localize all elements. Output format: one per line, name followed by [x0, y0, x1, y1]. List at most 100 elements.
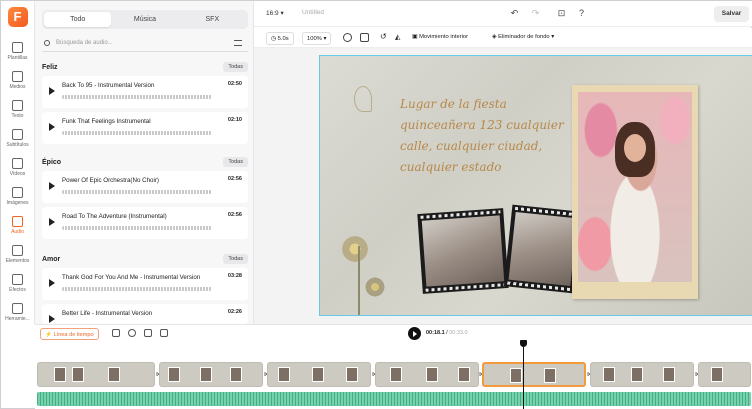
track-name: Power Of Epic Orchestra(No Choir): [62, 177, 159, 184]
track-item[interactable]: Funk That Feelings Instrumental 02:10: [42, 112, 248, 144]
scene-clip[interactable]: [698, 362, 751, 387]
preview-stage: Lugar de la fiesta quinceañera 123 cualq…: [254, 48, 752, 324]
add-clip-icon[interactable]: [112, 329, 120, 337]
subtitles-icon: [12, 129, 23, 140]
tab-all[interactable]: Todo: [44, 12, 112, 27]
play-icon[interactable]: [49, 279, 55, 287]
duplicate-icon[interactable]: [144, 329, 152, 337]
rail-item-videos[interactable]: Vídeos: [1, 155, 34, 184]
redo-icon[interactable]: ↷: [531, 9, 540, 18]
split-icon[interactable]: [128, 329, 136, 337]
search-icon: [44, 40, 50, 46]
track-duration: 02:50: [227, 81, 242, 87]
flower-decoration: [364, 276, 386, 298]
zoom-value: 100%: [307, 36, 322, 42]
aspect-ratio-select[interactable]: 16:9 ▾: [266, 9, 284, 17]
app-logo: F: [7, 7, 28, 27]
zoom-select[interactable]: 100% ▾: [302, 32, 332, 45]
rail-item-effects[interactable]: Efectos: [1, 271, 34, 300]
section-title: Feliz: [42, 64, 58, 71]
rail-label: Audio: [11, 229, 24, 235]
editor-window: F Plantillas Medios Texto Subtítulos Víd…: [0, 0, 752, 409]
track-duration: 02:26: [227, 309, 242, 315]
rail-label: Medios: [9, 84, 26, 90]
video-icon: [12, 158, 23, 169]
project-title[interactable]: Untitled: [302, 9, 324, 16]
play-icon[interactable]: [49, 218, 55, 226]
see-all-button[interactable]: Todas: [223, 157, 248, 167]
save-button[interactable]: Salvar: [714, 6, 749, 22]
rail-item-audio[interactable]: Audio: [1, 213, 34, 242]
rail-item-text[interactable]: Texto: [1, 97, 34, 126]
waveform: [62, 287, 212, 291]
invitation-text[interactable]: Lugar de la fiesta quinceañera 123 cualq…: [400, 94, 585, 178]
templates-icon: [12, 42, 23, 53]
tab-music[interactable]: Música: [111, 12, 178, 27]
audio-search-input[interactable]: Búsqueda de audio...: [42, 35, 248, 52]
track-item[interactable]: Power Of Epic Orchestra(No Choir) 02:56: [42, 171, 248, 203]
duration-field[interactable]: ◷ 5.0s: [266, 32, 294, 45]
rail-label: Efectos: [9, 287, 26, 293]
video-canvas[interactable]: Lugar de la fiesta quinceañera 123 cualq…: [319, 55, 752, 316]
rail-label: Texto: [11, 113, 24, 119]
help-icon[interactable]: ?: [577, 9, 586, 18]
portrait-frame[interactable]: [572, 85, 698, 299]
track-item[interactable]: Better Life - Instrumental Version 02:26: [42, 304, 248, 324]
undo-icon[interactable]: ↶: [510, 9, 519, 18]
play-button[interactable]: [408, 327, 421, 340]
rail-item-images[interactable]: Imágenes: [1, 184, 34, 213]
rail-item-tools[interactable]: Herramie...: [1, 300, 34, 329]
scene-clip[interactable]: [375, 362, 479, 387]
screenshot-icon[interactable]: ⊡: [557, 9, 566, 18]
section-title: Épico: [42, 159, 62, 166]
rail-item-templates[interactable]: Plantillas: [1, 39, 34, 68]
motion-button[interactable]: ▣ Movimiento interior: [412, 34, 468, 40]
play-icon[interactable]: [49, 182, 55, 190]
play-icon[interactable]: [49, 315, 55, 323]
canvas-toolbar: ◷ 5.0s 100% ▾ ↺ ◭ ▣ Movimiento interior …: [254, 28, 752, 48]
top-bar: 16:9 ▾ Untitled ↶ ↷ ⊡ ? Salvar: [254, 1, 752, 27]
text-icon: [12, 100, 23, 111]
color-icon[interactable]: [343, 33, 352, 42]
scene-clip[interactable]: [590, 362, 694, 387]
portrait-photo: [578, 92, 692, 282]
filter-icon[interactable]: [234, 40, 242, 46]
rail-item-media[interactable]: Medios: [1, 68, 34, 97]
rail-label: Subtítulos: [6, 142, 29, 148]
media-icon: [12, 71, 23, 82]
scene-clip-selected[interactable]: [482, 362, 586, 387]
background-remover-button[interactable]: ◈ Eliminador de fondo ▾: [492, 34, 554, 40]
rail-label: Plantillas: [7, 55, 28, 61]
flip-icon[interactable]: ◭: [395, 33, 400, 41]
play-icon[interactable]: [49, 123, 55, 131]
see-all-button[interactable]: Todas: [223, 62, 248, 72]
audio-library-panel: Todo Música SFX Búsqueda de audio... Fel…: [35, 1, 254, 324]
track-item[interactable]: Thank God For You And Me - Instrumental …: [42, 268, 248, 300]
play-icon[interactable]: [49, 87, 55, 95]
track-item[interactable]: Back To 95 - Instrumental Version 02:50: [42, 76, 248, 108]
scene-clip[interactable]: [159, 362, 263, 387]
audio-icon: [12, 216, 23, 227]
audio-track[interactable]: [37, 392, 751, 406]
tab-sfx[interactable]: SFX: [179, 12, 246, 27]
film-strip-photo[interactable]: [503, 204, 583, 294]
track-item[interactable]: Road To The Adventure (Instrumental) 02:…: [42, 207, 248, 239]
scene-clip[interactable]: [37, 362, 155, 387]
butterfly-decoration: [354, 86, 372, 112]
playhead[interactable]: [520, 340, 527, 409]
see-all-button[interactable]: Todas: [223, 254, 248, 264]
rail-item-subtitles[interactable]: Subtítulos: [1, 126, 34, 155]
timeline-toggle[interactable]: ⚡ Línea de tiempo: [40, 328, 99, 340]
scene-clip[interactable]: [267, 362, 371, 387]
image-icon: [12, 187, 23, 198]
adjust-icon[interactable]: [360, 33, 369, 42]
waveform: [62, 95, 212, 99]
group-photo: [421, 215, 505, 287]
current-time: 00:18.1: [426, 330, 445, 336]
rail-item-elements[interactable]: Elementos: [1, 242, 34, 271]
delete-icon[interactable]: [160, 329, 168, 337]
film-strip-photo[interactable]: [417, 208, 509, 294]
duration-value: 5.0s: [277, 36, 289, 42]
rotate-icon[interactable]: ↺: [380, 32, 387, 41]
waveform: [62, 131, 212, 135]
